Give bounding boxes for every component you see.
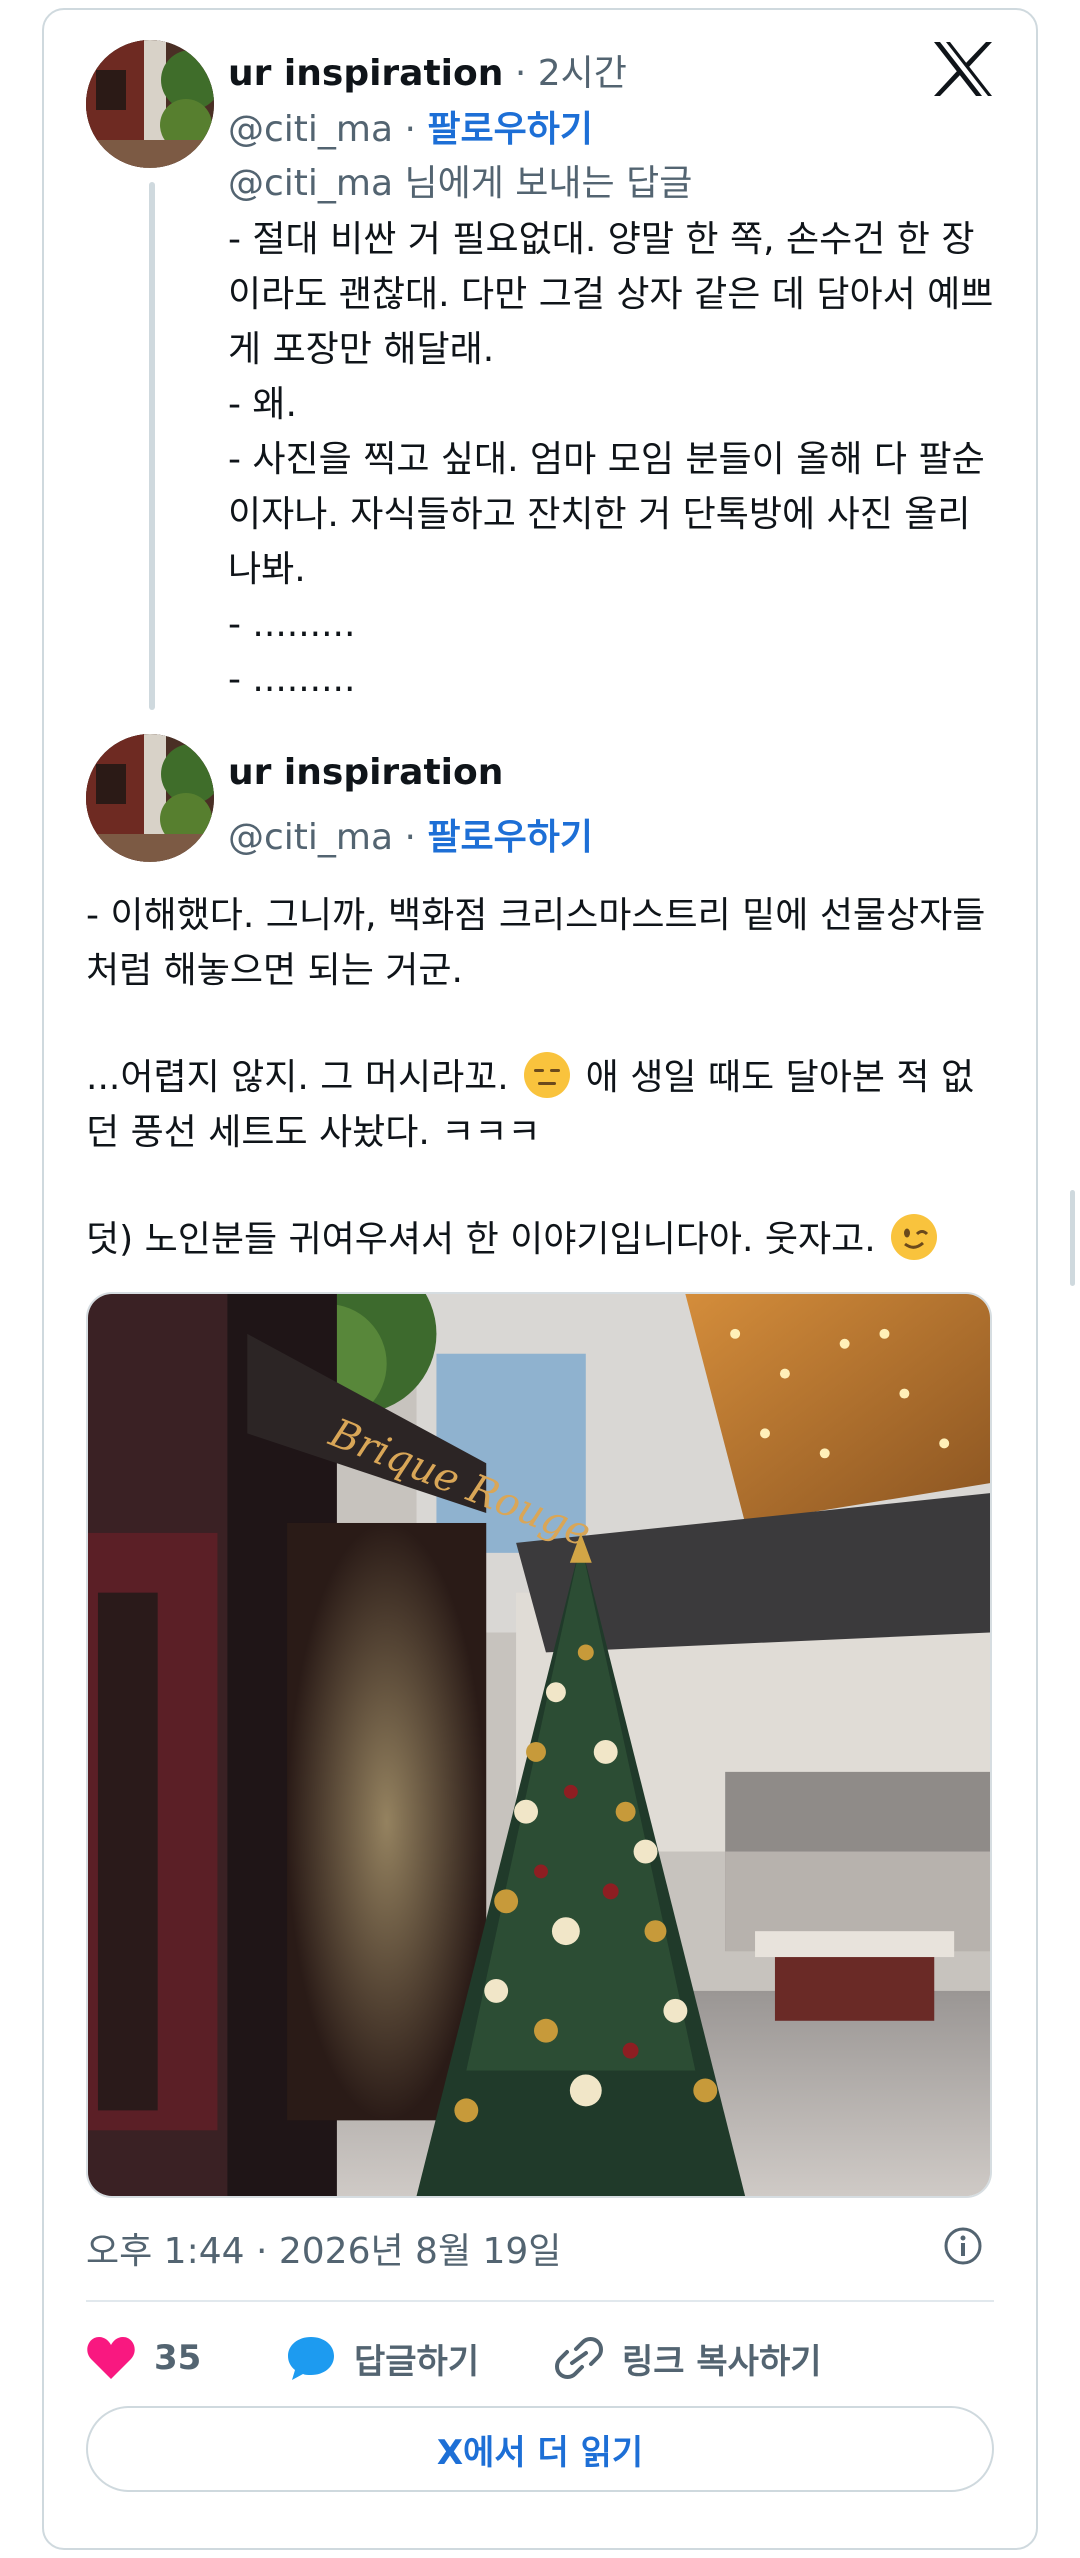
action-bar: 35 답글하기 링크 복사하기 — [86, 2328, 994, 2388]
text-line: 던 풍선 세트도 사놨다. ㅋㅋㅋ — [86, 1112, 541, 1153]
like-button[interactable]: 35 — [86, 2328, 201, 2388]
text-line: 처럼 해놓으면 되는 거군. — [86, 950, 463, 991]
text-line: 이라도 괜찮대. 다만 그걸 상자 같은 데 담아서 예쁘 — [228, 274, 994, 315]
time-ago[interactable]: 2시간 — [538, 53, 627, 94]
handle[interactable]: @citi_ma — [228, 109, 393, 150]
read-more-on-x-button[interactable]: X에서 더 읽기 — [86, 2406, 994, 2492]
like-count: 35 — [154, 2338, 202, 2378]
avatar[interactable] — [86, 734, 214, 862]
link-icon — [555, 2337, 603, 2379]
reply-tweet-text: - 절대 비싼 거 필요없대. 양말 한 쪽, 손수건 한 장 이라도 괜찮대.… — [228, 212, 1018, 707]
main-tweet-text: - 이해했다. 그니까, 백화점 크리스마스트리 밑에 선물상자들 처럼 해놓으… — [86, 888, 1016, 1267]
author-name[interactable]: ur inspiration · 2시간 — [228, 44, 627, 96]
text-line: - 이해했다. 그니까, 백화점 크리스마스트리 밑에 선물상자들 — [86, 895, 986, 936]
text-line: 나봐. — [228, 549, 306, 590]
timestamp[interactable]: 오후 1:44 · 2026년 8월 19일 — [86, 2222, 561, 2274]
text-line: 이자나. 자식들하고 잔치한 거 단톡방에 사진 올리 — [228, 494, 971, 535]
handle-row: @citi_ma · 팔로우하기 — [228, 109, 593, 150]
author-name[interactable]: ur inspiration — [228, 752, 503, 793]
follow-button[interactable]: 팔로우하기 — [427, 109, 593, 150]
copy-link-button[interactable]: 링크 복사하기 — [554, 2328, 822, 2388]
thread-connector-line — [149, 182, 155, 710]
text-line: - 사진을 찍고 싶대. 엄마 모임 분들이 올해 다 팔순 — [228, 439, 985, 480]
follow-button[interactable]: 팔로우하기 — [427, 817, 593, 858]
reply-button[interactable]: 답글하기 — [286, 2328, 479, 2388]
winking-face-emoji — [891, 1214, 938, 1260]
avatar[interactable] — [86, 40, 214, 168]
text-line: - 절대 비싼 거 필요없대. 양말 한 쪽, 손수건 한 장 — [228, 219, 975, 260]
text-line: 덧) 노인분들 귀여우셔서 한 이야기입니다아. 웃자고. — [86, 1212, 1016, 1267]
text-line: - 왜. — [228, 384, 297, 425]
text-line: 게 포장만 해달래. — [228, 329, 495, 370]
reply-label: 답글하기 — [354, 2341, 480, 2382]
divider — [86, 2300, 994, 2302]
author-name-text: ur inspiration — [228, 53, 504, 94]
handle[interactable]: @citi_ma — [228, 817, 393, 858]
text-line: ...어렵지 않지. 그 머시라꼬. 애 생일 때도 달아본 적 없 — [86, 1050, 1016, 1105]
reply-to-label[interactable]: @citi_ma 님에게 보내는 답글 — [228, 154, 692, 206]
x-logo-icon[interactable] — [932, 40, 994, 98]
scrollbar[interactable] — [1070, 1190, 1075, 1286]
handle-row: @citi_ma · 팔로우하기 — [228, 817, 593, 858]
info-icon[interactable] — [943, 2226, 983, 2266]
text-line: - ......... — [228, 604, 356, 645]
text-line: - ......... — [228, 659, 356, 700]
copy-link-label: 링크 복사하기 — [622, 2341, 822, 2382]
tweet-photo[interactable]: Brique Rouge — [86, 1292, 992, 2198]
expressionless-face-emoji — [524, 1052, 571, 1098]
speech-bubble-icon — [288, 2337, 334, 2380]
heart-icon — [87, 2337, 135, 2379]
